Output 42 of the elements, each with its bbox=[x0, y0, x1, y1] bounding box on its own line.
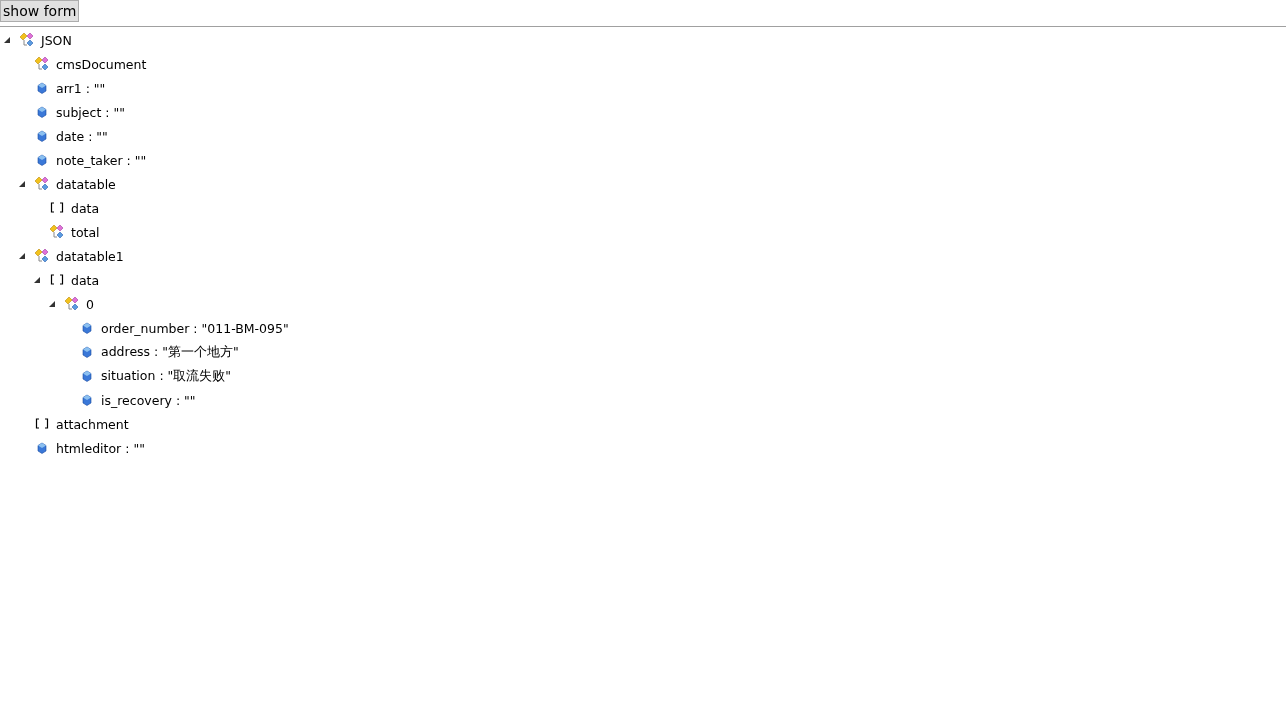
value-icon bbox=[79, 368, 95, 384]
object-icon bbox=[34, 248, 50, 264]
object-icon bbox=[19, 32, 35, 48]
tree-node-label[interactable]: htmleditor : "" bbox=[56, 440, 145, 456]
tree-node-label[interactable]: note_taker : "" bbox=[56, 152, 147, 168]
tree-node-label[interactable]: date : "" bbox=[56, 128, 108, 144]
show-form-button[interactable]: show form bbox=[0, 0, 80, 22]
tree-node-label[interactable]: situation : "取流失败" bbox=[101, 367, 232, 385]
value-icon bbox=[79, 320, 95, 336]
tree-node-label[interactable]: arr1 : "" bbox=[56, 80, 106, 96]
object-icon bbox=[64, 296, 80, 312]
tree-node-label[interactable]: subject : "" bbox=[56, 104, 125, 120]
tree-node-label[interactable]: data bbox=[71, 200, 100, 216]
expand-arrow[interactable] bbox=[3, 36, 11, 44]
tree-node-label[interactable]: address : "第一个地方" bbox=[101, 343, 239, 361]
value-icon bbox=[79, 392, 95, 408]
brackets-icon bbox=[49, 272, 65, 288]
tree-node-label[interactable]: JSON bbox=[41, 32, 72, 48]
tree-node-label[interactable]: is_recovery : "" bbox=[101, 392, 196, 408]
expand-arrow[interactable] bbox=[18, 180, 26, 188]
value-icon bbox=[34, 80, 50, 96]
expand-arrow[interactable] bbox=[33, 276, 41, 284]
tree-node-label[interactable]: total bbox=[71, 224, 100, 240]
tree-node-label[interactable]: attachment bbox=[56, 416, 129, 432]
tree-node-label[interactable]: data bbox=[71, 272, 100, 288]
tree-node-label[interactable]: order_number : "011-BM-095" bbox=[101, 320, 289, 336]
tree-node-label[interactable]: datatable bbox=[56, 176, 116, 192]
expand-arrow[interactable] bbox=[48, 300, 56, 308]
brackets-icon bbox=[49, 200, 65, 216]
tree-node-label[interactable]: cmsDocument bbox=[56, 56, 147, 72]
expand-arrow[interactable] bbox=[18, 252, 26, 260]
value-icon bbox=[34, 128, 50, 144]
value-icon bbox=[34, 104, 50, 120]
value-icon bbox=[79, 344, 95, 360]
tree-node-label[interactable]: datatable1 bbox=[56, 248, 124, 264]
brackets-icon bbox=[34, 416, 50, 432]
object-icon bbox=[34, 176, 50, 192]
object-icon bbox=[34, 56, 50, 72]
value-icon bbox=[34, 152, 50, 168]
value-icon bbox=[34, 440, 50, 456]
object-icon bbox=[49, 224, 65, 240]
tree-node-label[interactable]: 0 bbox=[86, 296, 94, 312]
